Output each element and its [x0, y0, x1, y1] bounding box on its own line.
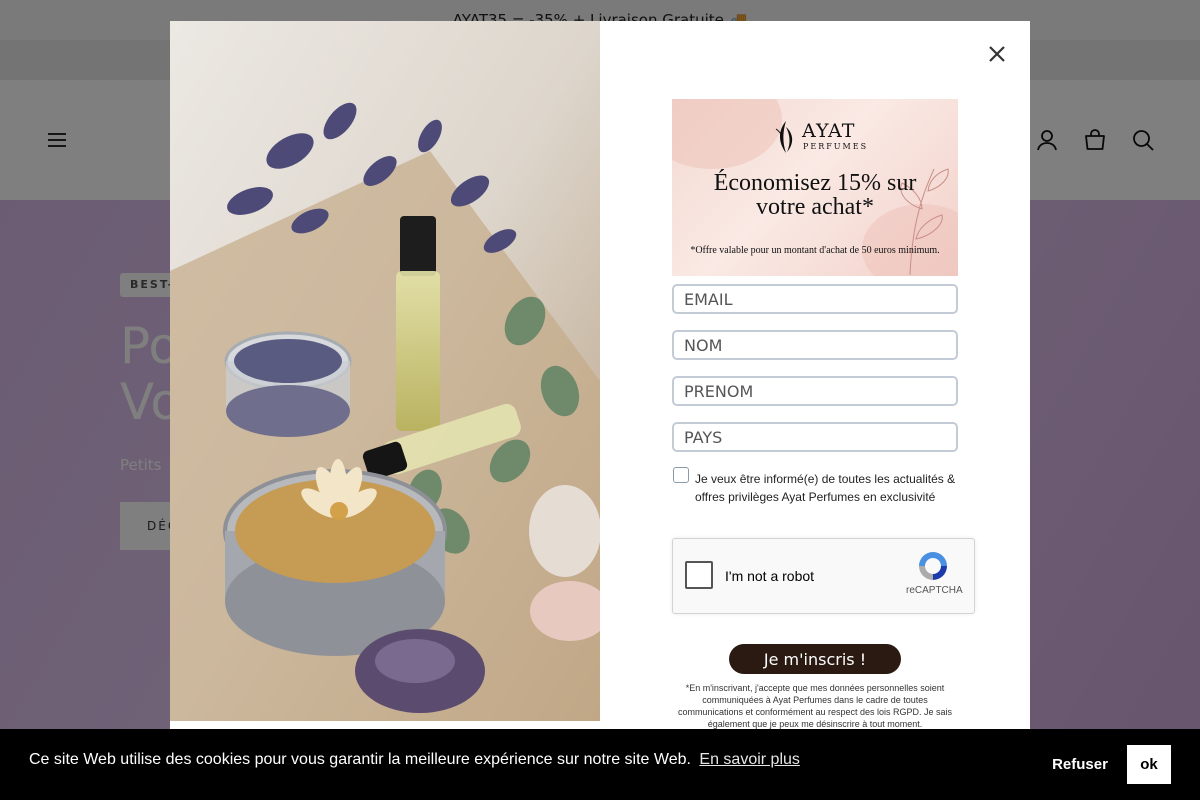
- recaptcha-label: I'm not a robot: [725, 568, 815, 584]
- cookie-banner: Ce site Web utilise des cookies pour vou…: [0, 729, 1200, 800]
- product-photo: [170, 21, 600, 721]
- email-field[interactable]: [672, 284, 958, 314]
- cookie-message: Ce site Web utilise des cookies pour vou…: [29, 751, 800, 769]
- close-icon[interactable]: [986, 43, 1008, 65]
- promo-headline-line2: votre achat*: [756, 194, 874, 220]
- recaptcha-checkbox[interactable]: [685, 561, 713, 589]
- cookie-text: Ce site Web utilise des cookies pour vou…: [29, 751, 691, 768]
- pays-field[interactable]: [672, 422, 958, 452]
- promo-headline: Économisez 15% sur votre achat*: [672, 171, 958, 219]
- promo-note: *Offre valable pour un montant d'achat d…: [690, 245, 940, 256]
- brand-logo-icon: [775, 121, 793, 153]
- optin-label: Je veux être informé(e) de toutes les ac…: [695, 472, 956, 504]
- legal-notice: *En m'inscrivant, j'accepte que mes donn…: [677, 683, 953, 729]
- prenom-field[interactable]: [672, 376, 958, 406]
- nom-field[interactable]: [672, 330, 958, 360]
- cookie-accept-button[interactable]: ok: [1127, 745, 1171, 784]
- promo-headline-line1: Économisez 15% sur: [713, 170, 917, 196]
- cookie-refuse-button[interactable]: Refuser: [1040, 746, 1120, 782]
- recaptcha-widget: I'm not a robot reCAPTCHA: [672, 538, 975, 614]
- recaptcha-brand: reCAPTCHA: [906, 585, 963, 596]
- optin-checkbox[interactable]: [673, 467, 689, 483]
- cookie-learn-more-link[interactable]: En savoir plus: [699, 751, 800, 768]
- subscribe-button[interactable]: Je m'inscris !: [729, 644, 901, 674]
- recaptcha-logo-icon: [919, 552, 947, 580]
- promo-banner: AYAT PERFUMES Économisez 15% sur votre a…: [672, 99, 958, 276]
- brand-name: AYAT: [802, 120, 856, 142]
- brand-subtitle: PERFUMES: [803, 142, 869, 151]
- newsletter-popup: AYAT PERFUMES Économisez 15% sur votre a…: [170, 21, 1030, 741]
